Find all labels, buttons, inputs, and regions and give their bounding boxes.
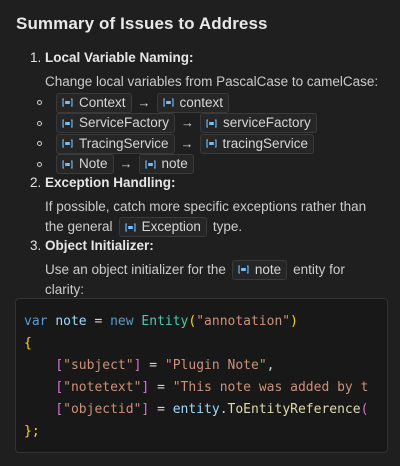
symbol-variable-icon bbox=[238, 265, 249, 274]
rename-row: TracingService → tracingService bbox=[35, 133, 384, 155]
code-chip[interactable]: note bbox=[138, 154, 194, 175]
code-block[interactable]: var note = new Entity("annotation") { ["… bbox=[15, 298, 388, 453]
code-chip[interactable]: Exception bbox=[118, 217, 207, 238]
rename-row: ServiceFactory → serviceFactory bbox=[35, 113, 384, 134]
arrow-icon: → bbox=[119, 156, 133, 171]
symbol-variable-icon bbox=[205, 139, 217, 148]
code-line: ["objectid"] = entity.ToEntityReference( bbox=[55, 402, 369, 417]
item-description: If possible, catch more specific excepti… bbox=[45, 197, 384, 238]
issue-item-3: 3. Object Initializer: Use an object ini… bbox=[30, 238, 384, 301]
arrow-icon: → bbox=[180, 135, 194, 151]
code-chip[interactable]: tracingService bbox=[199, 133, 315, 154]
item-heading: Object Initializer: bbox=[45, 237, 154, 253]
issue-item-1: 1. Local Variable Naming: Change local v… bbox=[30, 50, 384, 175]
bullet-icon bbox=[37, 141, 42, 147]
symbol-variable-icon bbox=[62, 98, 73, 107]
issue-list: 1. Local Variable Naming: Change local v… bbox=[30, 50, 384, 301]
code-line: }; bbox=[24, 424, 40, 439]
bullet-icon bbox=[37, 161, 42, 167]
code-chip[interactable]: ServiceFactory bbox=[56, 113, 176, 134]
rename-list: Context → context ServiceFactory → servi… bbox=[35, 92, 384, 175]
item-number: 1. bbox=[30, 50, 42, 65]
summary-title: Summary of Issues to Address bbox=[16, 14, 268, 33]
code-chip[interactable]: Note bbox=[56, 154, 114, 175]
item-description: Use an object initializer for the note e… bbox=[45, 259, 345, 297]
item-number: 2. bbox=[30, 174, 42, 190]
symbol-variable-icon bbox=[125, 223, 136, 232]
arrow-icon: → bbox=[137, 94, 151, 110]
code-line: ["subject"] = "Plugin Note", bbox=[55, 358, 275, 373]
rename-row: Note → note bbox=[35, 154, 384, 175]
arrow-icon: → bbox=[181, 115, 195, 130]
rename-row: Context → context bbox=[35, 92, 384, 114]
code-chip[interactable]: context bbox=[156, 92, 230, 113]
code-chip[interactable]: note bbox=[231, 259, 288, 280]
symbol-variable-icon bbox=[62, 119, 73, 128]
code-chip[interactable]: TracingService bbox=[56, 133, 175, 154]
item-number: 3. bbox=[30, 237, 42, 253]
code-chip[interactable]: serviceFactory bbox=[200, 113, 317, 134]
symbol-variable-icon bbox=[62, 139, 73, 148]
issue-item-2: 2. Exception Handling: If possible, catc… bbox=[30, 175, 384, 238]
bullet-icon bbox=[37, 100, 42, 106]
code-chip[interactable]: Context bbox=[56, 92, 132, 113]
bullet-icon bbox=[37, 120, 42, 126]
code-line: var note = new Entity("annotation") bbox=[24, 314, 298, 329]
code-line: ["notetext"] = "This note was added by t bbox=[55, 380, 369, 395]
symbol-variable-icon bbox=[162, 98, 174, 107]
symbol-variable-icon bbox=[206, 119, 217, 128]
item-heading: Local Variable Naming: bbox=[45, 50, 194, 65]
symbol-variable-icon bbox=[144, 160, 156, 169]
symbol-variable-icon bbox=[62, 160, 73, 169]
item-description: Change local variables from PascalCase t… bbox=[45, 74, 379, 89]
code-line: { bbox=[24, 336, 32, 351]
item-heading: Exception Handling: bbox=[45, 174, 176, 190]
